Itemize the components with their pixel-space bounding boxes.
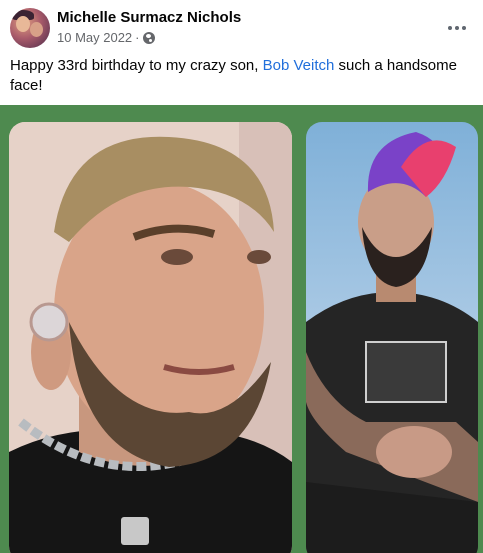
- more-options-icon[interactable]: [443, 14, 471, 42]
- post-caption: Happy 33rd birthday to my crazy son, Bob…: [10, 56, 470, 96]
- post-meta: 10 May 2022 ·: [57, 30, 155, 45]
- avatar-face-2: [30, 22, 43, 37]
- caption-text-start: Happy 33rd birthday to my crazy son,: [10, 57, 263, 74]
- portrait-right-illustration: [306, 132, 478, 553]
- post-date[interactable]: 10 May 2022: [57, 30, 132, 45]
- post-photo[interactable]: [0, 105, 483, 553]
- author-avatar[interactable]: [10, 8, 50, 48]
- avatar-face-1: [16, 16, 30, 32]
- photo-panel-right: [306, 122, 478, 553]
- author-name[interactable]: Michelle Surmacz Nichols: [57, 9, 241, 26]
- globe-icon[interactable]: [142, 31, 155, 44]
- portrait-left-illustration: [9, 122, 292, 553]
- more-dot: [462, 26, 466, 30]
- photo-panel-left: [9, 122, 292, 553]
- post-header: Michelle Surmacz Nichols 10 May 2022 ·: [10, 8, 473, 48]
- more-dot: [448, 26, 452, 30]
- meta-separator: ·: [135, 30, 140, 45]
- tagged-person-link[interactable]: Bob Veitch: [263, 57, 335, 74]
- more-dot: [455, 26, 459, 30]
